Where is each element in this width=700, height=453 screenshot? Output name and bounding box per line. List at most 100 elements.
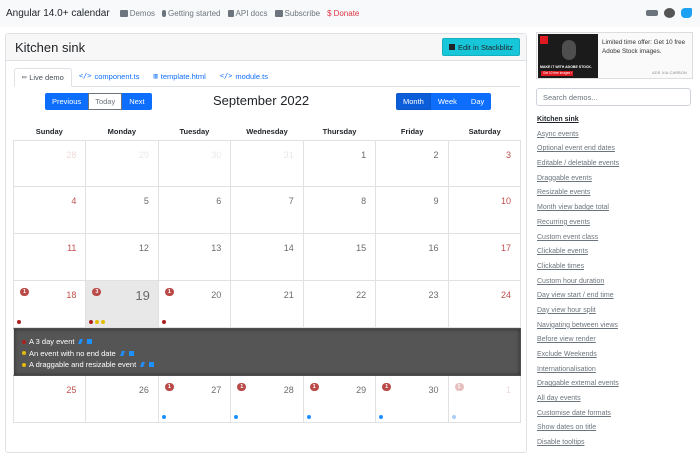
day-cell[interactable]: 26 [86,376,159,423]
demo-link[interactable]: Day view hour split [537,304,619,319]
nav-donate[interactable]: $ Donate [327,9,359,18]
nav-demos[interactable]: Demos [119,9,155,18]
delete-icon[interactable] [87,339,93,345]
demo-link[interactable]: Draggable external events [537,377,619,392]
day-cell[interactable]: 24 [448,281,521,328]
day-cell[interactable]: 11 [14,234,87,281]
demo-link[interactable]: Draggable events [537,172,619,187]
day-cell[interactable]: 1 29 [303,376,377,423]
nav-getting-started[interactable]: Getting started [162,9,221,18]
day-cell[interactable]: 1 28 [231,376,304,423]
tab-module-ts[interactable]: </> module.ts [213,68,275,87]
delete-icon[interactable] [149,362,155,368]
day-cell[interactable]: 12 [86,234,159,281]
next-button[interactable]: Next [122,93,152,110]
day-cell[interactable]: 16 [376,234,449,281]
tab-live-demo[interactable]: ▭ Live demo [14,68,72,87]
edit-icon[interactable] [119,350,125,356]
day-cell[interactable]: 1 30 [376,376,449,423]
event-title[interactable]: A draggable and resizable event [29,360,136,369]
demo-link[interactable]: Internationalisation [537,363,619,378]
demo-link[interactable]: All day events [537,392,619,407]
demo-link[interactable]: Day view start / end time [537,289,619,304]
day-cell[interactable]: 13 [158,234,232,281]
demo-link[interactable]: Recurring events [537,216,619,231]
demo-link[interactable]: Disable tooltips [537,436,619,451]
edit-icon[interactable] [78,339,84,345]
day-cell[interactable]: 1 20 [158,281,232,328]
demo-link[interactable]: Optional event end dates [537,142,619,157]
open-event-item[interactable]: An event with no end date [22,348,520,360]
open-event-item[interactable]: A 3 day event [22,336,520,348]
day-cell-today[interactable]: 3 19 [86,281,159,328]
day-cell[interactable]: 9 [376,187,449,234]
github-icon[interactable] [664,8,675,18]
demo-link[interactable]: Editable / deletable events [537,157,619,172]
day-cell[interactable]: 28 [14,140,87,187]
today-button[interactable]: Today [88,93,123,110]
demo-link[interactable]: Show dates on title [537,421,619,436]
event-title[interactable]: A 3 day event [29,337,74,346]
day-cell[interactable]: 3 [448,140,521,187]
ad-via[interactable]: ADS VIA CARBON [652,71,687,75]
demo-link[interactable]: Custom event class [537,231,619,246]
demo-link[interactable]: Kitchen sink [537,113,619,128]
demo-link[interactable]: Clickable times [537,260,619,275]
day-cell[interactable]: 1 18 [14,281,87,328]
demo-link[interactable]: Navigating between views [537,319,619,334]
ad-image[interactable]: MAKE IT WITH ADOBE STOCK. Get 10 free im… [538,34,598,78]
demo-link[interactable]: Async events [537,128,619,143]
event-count-badge: 1 [237,383,247,391]
day-cell[interactable]: 22 [303,281,377,328]
demo-link[interactable]: Exclude Weekends [537,348,619,363]
day-cell[interactable]: 8 [303,187,377,234]
day-cell[interactable]: 7 [231,187,304,234]
demo-link[interactable]: Customise date formats [537,407,619,422]
demo-link[interactable]: Before view render [537,333,619,348]
demo-link[interactable]: Month view badge total [537,201,619,216]
day-cell[interactable]: 30 [158,140,232,187]
event-dot [161,415,166,419]
day-cell[interactable]: 2 [376,140,449,187]
month-view-button[interactable]: Month [396,93,431,110]
tab-component-ts[interactable]: </> component.ts [72,68,147,87]
event-title[interactable]: An event with no end date [29,349,116,358]
nav-subscribe[interactable]: Subscribe [274,9,320,18]
day-cell[interactable]: 31 [231,140,304,187]
search-demos-input[interactable] [536,88,691,106]
brand-title[interactable]: Angular 14.0+ calendar [6,8,110,19]
demo-link[interactable]: Custom hour duration [537,275,619,290]
delete-icon[interactable] [128,350,134,356]
day-cell[interactable]: 15 [303,234,377,281]
edit-stackblitz-button[interactable]: Edit in Stackblitz [441,38,520,56]
day-cell[interactable]: 10 [448,187,521,234]
day-view-button[interactable]: Day [463,93,492,110]
week-view-button[interactable]: Week [430,93,464,110]
day-cell[interactable]: 21 [231,281,304,328]
day-cell[interactable]: 5 [86,187,159,234]
twitter-icon[interactable] [681,8,692,18]
day-cell[interactable]: 25 [14,376,87,423]
day-cell[interactable]: 1 [303,140,377,187]
day-cell[interactable]: 14 [231,234,304,281]
day-cell[interactable]: 6 [158,187,232,234]
week-row: 1 18 3 19 1 20 21 22 23 24 [13,281,521,328]
day-cell[interactable]: 23 [376,281,449,328]
nav-api-docs[interactable]: API docs [227,9,268,18]
tab-template-html[interactable]: ▥ template.html [147,68,213,87]
day-cell[interactable]: 17 [448,234,521,281]
previous-button[interactable]: Previous [45,93,89,110]
demo-link[interactable]: Resizable events [537,186,619,201]
carbon-ad[interactable]: MAKE IT WITH ADOBE STOCK. Get 10 free im… [536,32,693,79]
weekday-label: Wednesday [246,127,288,136]
weekday-label: Thursday [322,127,357,136]
demo-link[interactable]: Clickable events [537,245,619,260]
day-cell[interactable]: 4 [14,187,87,234]
npm-icon[interactable] [646,10,658,16]
day-cell[interactable]: 29 [86,140,159,187]
day-cell[interactable]: 1 27 [158,376,232,423]
ad-text[interactable]: Limited time offer: Get 10 free Adobe St… [602,38,692,56]
edit-icon[interactable] [140,362,146,368]
day-cell[interactable]: 1 1 [448,376,521,423]
open-event-item[interactable]: A draggable and resizable event [22,359,520,371]
